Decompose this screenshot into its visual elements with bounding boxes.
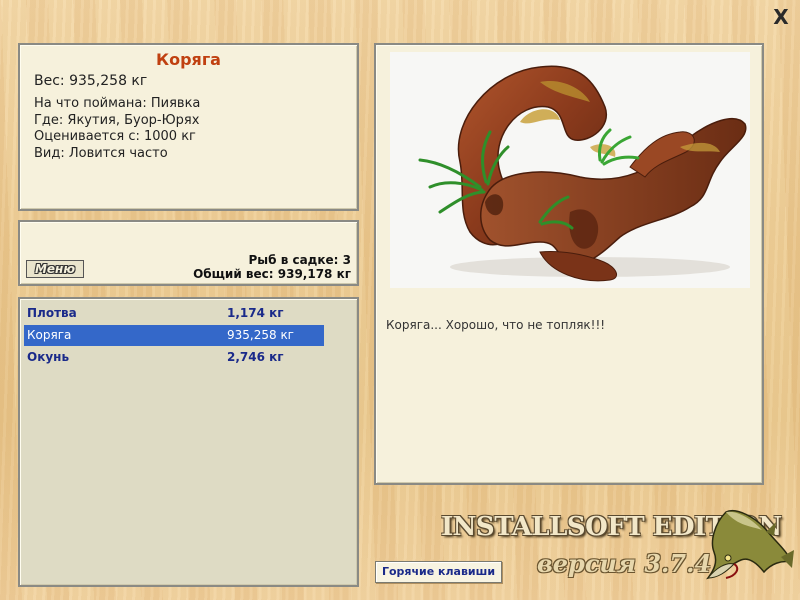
fish-count: Рыб в садке: 3 xyxy=(248,253,352,267)
catch-info-panel: Коряга Вес: 935,258 кг На что поймана: П… xyxy=(18,43,359,211)
fish-weight: 2,746 кг xyxy=(227,350,284,364)
fish-name: Плотва xyxy=(27,306,77,320)
fish-list[interactable]: Плотва 1,174 кг Коряга 935,258 кг Окунь … xyxy=(18,297,359,587)
total-weight: Общий вес: 939,178 кг xyxy=(193,267,351,281)
catch-valued-from: Оценивается с: 1000 кг xyxy=(34,129,196,144)
catch-title: Коряга xyxy=(156,50,221,69)
fish-name: Окунь xyxy=(27,350,70,364)
list-item[interactable]: Плотва 1,174 кг xyxy=(24,303,324,324)
driftwood-image xyxy=(390,52,750,288)
version-label: версия 3.7.4 xyxy=(537,549,712,578)
catch-location: Где: Якутия, Буор-Юрях xyxy=(34,112,200,128)
detail-panel: Коряга... Хорошо, что не топляк!!! xyxy=(374,43,764,485)
catch-details: На что поймана: Пиявка Где: Якутия, Буор… xyxy=(34,96,200,162)
close-icon[interactable]: X xyxy=(770,6,792,28)
fish-name: Коряга xyxy=(27,328,72,342)
catch-bait: На что поймана: Пиявка xyxy=(34,96,201,111)
catch-kind: Вид: Ловится часто xyxy=(34,145,168,161)
list-item[interactable]: Окунь 2,746 кг xyxy=(24,347,324,368)
keepnet-summary-panel: Меню Рыб в садке: 3 Общий вес: 939,178 к… xyxy=(18,220,359,286)
fish-weight: 1,174 кг xyxy=(227,306,284,320)
hotkeys-button[interactable]: Горячие клавиши xyxy=(375,561,502,583)
menu-button[interactable]: Меню xyxy=(26,260,84,278)
catch-weight: Вес: 935,258 кг xyxy=(34,73,148,89)
detail-comment: Коряга... Хорошо, что не топляк!!! xyxy=(386,318,606,332)
pike-fish-logo xyxy=(696,502,796,586)
list-item-selected[interactable]: Коряга 935,258 кг xyxy=(24,325,324,346)
fish-weight: 935,258 кг xyxy=(227,328,294,342)
